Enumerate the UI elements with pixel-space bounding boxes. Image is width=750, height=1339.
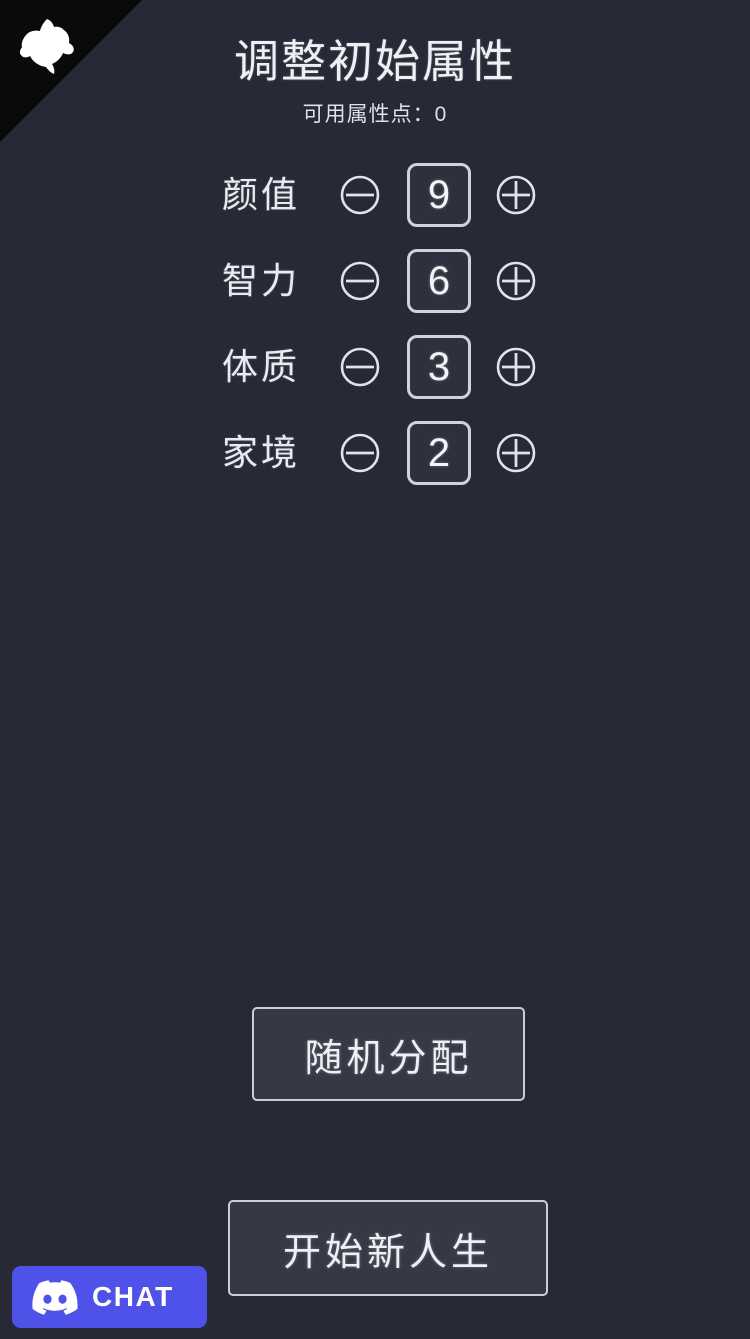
attribute-label: 颜值 [221,174,300,215]
corner-badge [0,0,142,142]
attribute-label: 体质 [221,346,300,387]
decrement-button[interactable] [337,258,383,304]
decrement-button[interactable] [337,172,383,218]
increment-button[interactable] [493,258,539,304]
plus-circle-icon [496,261,536,301]
plus-circle-icon [496,347,536,387]
attribute-label: 智力 [221,260,300,301]
game-screen: 调整初始属性 可用属性点：0 颜值 9 智力 6 体质 3 家境 2 随机分配 … [0,0,750,1339]
increment-button[interactable] [493,172,539,218]
increment-button[interactable] [493,344,539,390]
minus-circle-icon [340,261,380,301]
minus-circle-icon [340,433,380,473]
discord-chat-widget[interactable]: CHAT [12,1266,207,1328]
decrement-button[interactable] [337,344,383,390]
minus-circle-icon [340,347,380,387]
increment-button[interactable] [493,430,539,476]
minus-circle-icon [340,175,380,215]
attribute-row: 家境 2 [0,410,750,496]
attribute-value[interactable]: 3 [407,335,471,399]
attribute-row: 智力 6 [0,238,750,324]
attribute-list: 颜值 9 智力 6 体质 3 家境 2 [0,152,750,496]
attribute-row: 颜值 9 [0,152,750,238]
chat-label: CHAT [92,1281,174,1312]
attribute-row: 体质 3 [0,324,750,410]
random-assign-button[interactable]: 随机分配 [252,1007,525,1101]
start-new-life-button[interactable]: 开始新人生 [228,1200,548,1296]
attribute-label: 家境 [221,432,300,473]
plus-circle-icon [496,433,536,473]
attribute-value[interactable]: 2 [407,421,471,485]
attribute-value[interactable]: 6 [407,249,471,313]
discord-logo-icon [32,1279,78,1315]
pet-silhouette-icon[interactable] [19,17,83,77]
attribute-value[interactable]: 9 [407,163,471,227]
decrement-button[interactable] [337,430,383,476]
plus-circle-icon [496,175,536,215]
